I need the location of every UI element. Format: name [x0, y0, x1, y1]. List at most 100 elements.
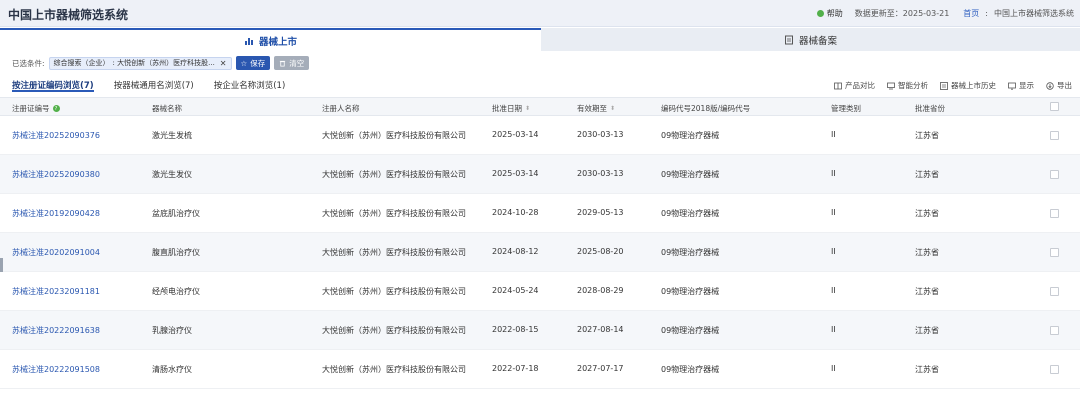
approve-date: 2022-08-15: [492, 325, 539, 334]
province: 江苏省: [915, 248, 939, 257]
col-registrant-label: 注册人名称: [322, 104, 360, 113]
table-row: 苏械注准20192090428 盆底肌治疗仪 大悦创新（苏州）医疗科技股份有限公…: [0, 194, 1080, 233]
help-link[interactable]: 帮助: [816, 8, 843, 19]
approve-date: 2025-03-14: [492, 169, 539, 178]
category-code: 09物理治疗器械: [661, 209, 720, 218]
reg-no-link[interactable]: 苏械注准20222091638: [12, 325, 100, 336]
col-category-code-label: 编码代号2018版/编码代号: [661, 104, 751, 113]
category-code: 09物理治疗器械: [661, 326, 720, 335]
export-button[interactable]: 导出: [1046, 80, 1072, 91]
registrant-name: 大悦创新（苏州）医疗科技股份有限公司: [322, 248, 466, 257]
category-code: 09物理治疗器械: [661, 248, 720, 257]
document-icon: [784, 35, 793, 44]
table-row: 苏械注准20252090376 激光生发梳 大悦创新（苏州）医疗科技股份有限公司…: [0, 116, 1080, 155]
help-icon: [816, 10, 824, 17]
reg-no-link[interactable]: 苏械注准20252090380: [12, 169, 100, 180]
history-button[interactable]: 器械上市历史: [940, 80, 996, 91]
row-checkbox[interactable]: [1050, 209, 1059, 218]
col-class: 管理类别: [831, 103, 861, 114]
province: 江苏省: [915, 326, 939, 335]
display-icon: [1008, 82, 1016, 90]
col-reg-no-label: 注册证编号: [12, 104, 50, 113]
analysis-button[interactable]: 智能分析: [887, 80, 928, 91]
province: 江苏省: [915, 209, 939, 218]
tab-device-listing[interactable]: 器械上市: [0, 28, 541, 51]
reg-no-link[interactable]: 苏械注准20202091004: [12, 247, 100, 258]
browse-tabs: 按注册证编码浏览(7) 按器械通用名浏览(7) 按企业名称浏览(1): [12, 79, 285, 92]
export-label: 导出: [1057, 81, 1072, 90]
compare-button[interactable]: 产品对比: [834, 80, 875, 91]
approve-date: 2024-10-28: [492, 208, 539, 217]
export-icon: [1046, 81, 1054, 90]
row-checkbox[interactable]: [1050, 365, 1059, 374]
row-checkbox[interactable]: [1050, 131, 1059, 140]
top-bar: 中国上市器械筛选系统 帮助 数据更新至：2025-03-21 首页 : 中国上市…: [0, 0, 1080, 27]
device-class: II: [831, 130, 836, 139]
approve-date: 2024-05-24: [492, 286, 539, 295]
row-checkbox[interactable]: [1050, 326, 1059, 335]
valid-until: 2030-03-13: [577, 169, 624, 178]
category-code: 09物理治疗器械: [661, 170, 720, 179]
device-name: 激光生发仪: [152, 170, 192, 179]
app-title: 中国上市器械筛选系统: [8, 8, 129, 22]
category-code: 09物理治疗器械: [661, 287, 720, 296]
compare-icon: [834, 82, 842, 89]
col-approve-date[interactable]: 批准日期 ⬍: [492, 103, 530, 114]
sort-icon[interactable]: ⬍: [610, 105, 615, 112]
select-all-checkbox[interactable]: [1050, 102, 1059, 111]
display-button[interactable]: 显示: [1008, 80, 1034, 91]
breadcrumb-separator: :: [985, 9, 988, 18]
reg-no-link[interactable]: 苏械注准20192090428: [12, 208, 100, 219]
device-class: II: [831, 208, 836, 217]
device-class: II: [831, 286, 836, 295]
side-collapse-handle[interactable]: [0, 258, 3, 272]
row-checkbox[interactable]: [1050, 287, 1059, 296]
col-valid-until-label: 有效期至: [577, 104, 607, 113]
question-icon[interactable]: ?: [52, 105, 60, 112]
province: 江苏省: [915, 131, 939, 140]
device-name: 乳腺治疗仪: [152, 326, 192, 335]
browse-tab-by-company[interactable]: 按企业名称浏览(1): [214, 79, 286, 92]
row-checkbox[interactable]: [1050, 248, 1059, 257]
sort-icon[interactable]: ⬍: [525, 105, 530, 112]
registrant-name: 大悦创新（苏州）医疗科技股份有限公司: [322, 326, 466, 335]
browse-tab-by-generic-name[interactable]: 按器械通用名浏览(7): [114, 79, 194, 92]
valid-until: 2030-03-13: [577, 130, 624, 139]
reg-no-link[interactable]: 苏械注准20232091181: [12, 286, 100, 297]
clear-button[interactable]: 清空: [274, 56, 310, 70]
category-code: 09物理治疗器械: [661, 365, 720, 374]
star-icon: ☆: [240, 58, 248, 68]
reg-no-link[interactable]: 苏械注准20222091508: [12, 364, 100, 375]
valid-until: 2025-08-20: [577, 247, 624, 256]
close-icon[interactable]: ✕: [220, 59, 227, 68]
breadcrumb-home[interactable]: 首页: [963, 8, 979, 19]
table-row: 苏械注准20222091508 清肠水疗仪 大悦创新（苏州）医疗科技股份有限公司…: [0, 350, 1080, 389]
save-button[interactable]: ☆ 保存: [235, 56, 271, 70]
col-approve-date-label: 批准日期: [492, 104, 522, 113]
registrant-name: 大悦创新（苏州）医疗科技股份有限公司: [322, 287, 466, 296]
valid-until: 2028-08-29: [577, 286, 624, 295]
row-checkbox[interactable]: [1050, 170, 1059, 179]
tab-label: 器械上市: [258, 36, 297, 48]
device-class: II: [831, 325, 836, 334]
update-status: 数据更新至：2025-03-21: [854, 9, 950, 18]
col-name-label: 器械名称: [152, 104, 182, 113]
browse-tab-by-reg-no[interactable]: 按注册证编码浏览(7): [12, 79, 94, 92]
compare-label: 产品对比: [845, 81, 875, 90]
tab-label: 器械备案: [798, 35, 837, 47]
table-row: 苏械注准20202091004 腹直肌治疗仪 大悦创新（苏州）医疗科技股份有限公…: [0, 233, 1080, 272]
chip-value: : 大悦创新（苏州）医疗科技股...: [112, 59, 215, 67]
registrant-name: 大悦创新（苏州）医疗科技股份有限公司: [322, 209, 466, 218]
bar-chart-icon: [244, 37, 253, 45]
table-row: 苏械注准20222091638 乳腺治疗仪 大悦创新（苏州）医疗科技股份有限公司…: [0, 311, 1080, 350]
col-valid-until[interactable]: 有效期至 ⬍: [577, 103, 615, 114]
category-code: 09物理治疗器械: [661, 131, 720, 140]
device-class: II: [831, 169, 836, 178]
filter-chip: 综合搜索（企业） : 大悦创新（苏州）医疗科技股... ✕: [48, 56, 232, 70]
reg-no-link[interactable]: 苏械注准20252090376: [12, 130, 100, 141]
device-class: II: [831, 247, 836, 256]
table-row: 苏械注准20232091181 经颅电治疗仪 大悦创新（苏州）医疗科技股份有限公…: [0, 272, 1080, 311]
approve-date: 2024-08-12: [492, 247, 539, 256]
tab-device-filing[interactable]: 器械备案: [541, 28, 1080, 51]
table-row: 苏械注准20252090380 激光生发仪 大悦创新（苏州）医疗科技股份有限公司…: [0, 155, 1080, 194]
